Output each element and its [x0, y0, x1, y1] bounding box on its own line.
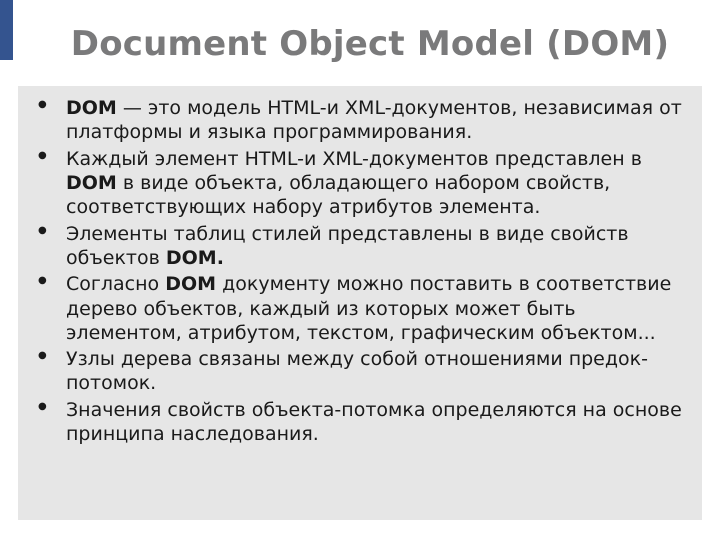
text-segment: Элементы таблиц стилей представлены в ви… [66, 223, 629, 269]
bullet-item: Согласно DOM документу можно поставить в… [60, 272, 688, 345]
text-segment: Согласно [66, 273, 165, 295]
corner-accent [0, 0, 13, 60]
bullet-item: DOM — это модель HTML-и XML-документов, … [60, 96, 688, 145]
content-box: DOM — это модель HTML-и XML-документов, … [18, 86, 702, 520]
text-segment: Значения свойств объекта-потомка определ… [66, 399, 682, 445]
bullet-list: DOM — это модель HTML-и XML-документов, … [32, 96, 688, 446]
bullet-item: Узлы дерева связаны между собой отношени… [60, 347, 688, 396]
text-segment: в виде объекта, обладающего набором свой… [66, 172, 610, 218]
text-segment: DOM [165, 273, 216, 295]
bullet-item: Каждый элемент HTML-и XML-документов пре… [60, 147, 688, 220]
bullet-item: Значения свойств объекта-потомка определ… [60, 398, 688, 447]
slide-title: Document Object Model (DOM) [40, 24, 700, 64]
text-segment: Каждый элемент HTML-и XML-документов пре… [66, 148, 642, 170]
text-segment: DOM [66, 97, 117, 119]
slide: Document Object Model (DOM) DOM — это мо… [0, 0, 720, 540]
text-segment: Узлы дерева связаны между собой отношени… [66, 348, 648, 394]
text-segment: DOM [66, 172, 117, 194]
text-segment: — это модель HTML-и XML-документов, неза… [66, 97, 682, 143]
bullet-item: Элементы таблиц стилей представлены в ви… [60, 222, 688, 271]
text-segment: DOM. [166, 247, 224, 269]
